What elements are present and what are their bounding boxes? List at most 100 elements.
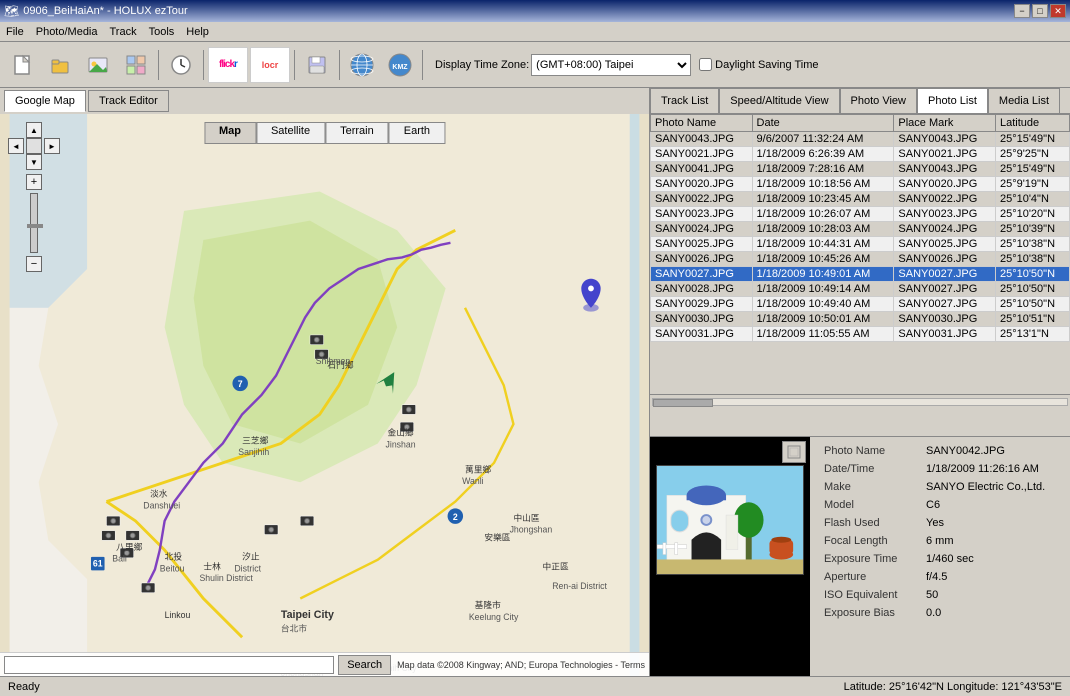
clock-button[interactable] [163, 47, 199, 83]
menu-help[interactable]: Help [180, 24, 215, 40]
zoom-out-button[interactable]: − [26, 256, 42, 272]
nav-center-button[interactable] [26, 138, 42, 154]
map-view-earth[interactable]: Earth [389, 122, 445, 144]
menu-track[interactable]: Track [104, 24, 143, 40]
table-row[interactable]: SANY0020.JPG1/18/2009 10:18:56 AMSANY002… [651, 177, 1070, 192]
map-view-terrain[interactable]: Terrain [325, 122, 389, 144]
svg-text:金山鄉: 金山鄉 [387, 427, 413, 438]
maximize-button[interactable]: □ [1032, 4, 1048, 18]
nav-left-button[interactable]: ◄ [8, 138, 24, 154]
tab-track-editor[interactable]: Track Editor [88, 90, 169, 112]
meta-row-photo-name: Photo Name SANY0042.JPG [820, 443, 1060, 459]
search-button[interactable]: Search [338, 655, 391, 675]
svg-text:District: District [234, 563, 261, 573]
table-row[interactable]: SANY0043.JPG9/6/2007 11:32:24 AMSANY0043… [651, 132, 1070, 147]
table-cell: SANY0026.JPG [651, 252, 753, 267]
tab-photo-view[interactable]: Photo View [840, 88, 917, 113]
table-cell: 1/18/2009 10:49:01 AM [752, 267, 894, 282]
timezone-select[interactable]: (GMT+08:00) Taipei [531, 54, 691, 76]
table-cell: SANY0020.JPG [894, 177, 996, 192]
timezone-label: Display Time Zone: [435, 59, 529, 71]
camera-icon-8 [310, 335, 324, 345]
tab-photo-list[interactable]: Photo List [917, 88, 988, 113]
locr-button[interactable]: locr [250, 47, 290, 83]
svg-text:Jinshan: Jinshan [386, 439, 416, 449]
table-row[interactable]: SANY0025.JPG1/18/2009 10:44:31 AMSANY002… [651, 237, 1070, 252]
camera-icon-7 [300, 516, 314, 526]
map-view-map[interactable]: Map [204, 122, 256, 144]
table-row[interactable]: SANY0028.JPG1/18/2009 10:49:14 AMSANY002… [651, 282, 1070, 297]
toolbar-separator-3 [294, 50, 295, 80]
kmz-button[interactable]: KMZ [382, 47, 418, 83]
zoom-slider[interactable] [30, 193, 38, 253]
col-place-mark[interactable]: Place Mark [894, 115, 996, 132]
tab-track-list[interactable]: Track List [650, 88, 719, 113]
photo-thumb-button[interactable] [118, 47, 154, 83]
table-cell: 9/6/2007 11:32:24 AM [752, 132, 894, 147]
save-button[interactable] [299, 47, 335, 83]
table-cell: SANY0023.JPG [894, 207, 996, 222]
table-row[interactable]: SANY0024.JPG1/18/2009 10:28:03 AMSANY002… [651, 222, 1070, 237]
table-row[interactable]: SANY0026.JPG1/18/2009 10:45:26 AMSANY002… [651, 252, 1070, 267]
tab-google-map[interactable]: Google Map [4, 90, 86, 112]
map-container[interactable]: 石門鄉 Shihmen 金山鄉 Jinshan 三芝鄉 Sanjihih 淡水 … [0, 114, 649, 676]
meta-value-photo-name: SANY0042.JPG [922, 443, 1060, 459]
globe-button[interactable] [344, 47, 380, 83]
col-photo-name[interactable]: Photo Name [651, 115, 753, 132]
menu-photo-media[interactable]: Photo/Media [30, 24, 104, 40]
nav-up-button[interactable]: ▲ [26, 122, 42, 138]
close-button[interactable]: ✕ [1050, 4, 1066, 18]
table-row[interactable]: SANY0041.JPG1/18/2009 7:28:16 AMSANY0043… [651, 162, 1070, 177]
table-row[interactable]: SANY0022.JPG1/18/2009 10:23:45 AMSANY002… [651, 192, 1070, 207]
status-ready: Ready [8, 681, 40, 693]
photo-meta-table: Photo Name SANY0042.JPG Date/Time 1/18/2… [818, 441, 1062, 623]
h-scroll-track[interactable] [652, 398, 1068, 406]
zoom-handle[interactable] [27, 224, 43, 228]
zoom-in-button[interactable]: + [26, 174, 42, 190]
dst-checkbox-area[interactable]: Daylight Saving Time [699, 58, 818, 71]
table-row[interactable]: SANY0021.JPG1/18/2009 6:26:39 AMSANY0021… [651, 147, 1070, 162]
table-row[interactable]: SANY0031.JPG1/18/2009 11:05:55 AMSANY003… [651, 327, 1070, 342]
zoom-controls: + − [8, 174, 60, 272]
h-scroll-thumb[interactable] [653, 399, 713, 407]
meta-label-exposure: Exposure Time [820, 551, 920, 567]
col-latitude[interactable]: Latitude [995, 115, 1069, 132]
table-row[interactable]: SANY0029.JPG1/18/2009 10:49:40 AMSANY002… [651, 297, 1070, 312]
table-cell: 25°13'1"N [995, 327, 1069, 342]
status-bar: Ready Latitude: 25°16'42"N Longitude: 12… [0, 676, 1070, 696]
open-button[interactable] [42, 47, 78, 83]
tab-speed-altitude[interactable]: Speed/Altitude View [719, 88, 839, 113]
h-scrollbar[interactable] [650, 394, 1070, 408]
tab-media-list[interactable]: Media List [988, 88, 1060, 113]
new-button[interactable] [4, 47, 40, 83]
table-row[interactable]: SANY0023.JPG1/18/2009 10:26:07 AMSANY002… [651, 207, 1070, 222]
title-bar-controls[interactable]: − □ ✕ [1014, 4, 1066, 18]
table-row[interactable]: SANY0027.JPG1/18/2009 10:49:01 AMSANY002… [651, 267, 1070, 282]
svg-text:汐止: 汐止 [242, 551, 260, 562]
meta-label-iso: ISO Equivalent [820, 587, 920, 603]
main-content: Google Map Track Editor [0, 88, 1070, 676]
table-cell: SANY0043.JPG [894, 162, 996, 177]
camera-icon-6 [264, 525, 278, 535]
flickr-button[interactable]: flickr [208, 47, 248, 83]
svg-text:台北市: 台北市 [281, 622, 307, 633]
photos-button[interactable] [80, 47, 116, 83]
minimize-button[interactable]: − [1014, 4, 1030, 18]
right-panel: Track List Speed/Altitude View Photo Vie… [650, 88, 1070, 676]
search-input[interactable] [4, 656, 334, 674]
map-view-satellite[interactable]: Satellite [256, 122, 325, 144]
nav-right-button[interactable]: ► [44, 138, 60, 154]
svg-text:淡水: 淡水 [150, 488, 168, 499]
svg-text:萬里鄉: 萬里鄉 [465, 464, 491, 475]
menu-tools[interactable]: Tools [143, 24, 181, 40]
toolbar-separator-4 [339, 50, 340, 80]
dst-checkbox[interactable] [699, 58, 712, 71]
photo-expand-button[interactable] [782, 441, 806, 463]
svg-text:三芝鄉: 三芝鄉 [242, 434, 268, 445]
menu-file[interactable]: File [0, 24, 30, 40]
nav-down-button[interactable]: ▼ [26, 154, 42, 170]
table-row[interactable]: SANY0030.JPG1/18/2009 10:50:01 AMSANY003… [651, 312, 1070, 327]
photo-table-wrapper[interactable]: Photo Name Date Place Mark Latitude SANY… [650, 114, 1070, 394]
app-title: 0906_BeiHaiAn* - HOLUX ezTour [23, 5, 187, 17]
col-date[interactable]: Date [752, 115, 894, 132]
